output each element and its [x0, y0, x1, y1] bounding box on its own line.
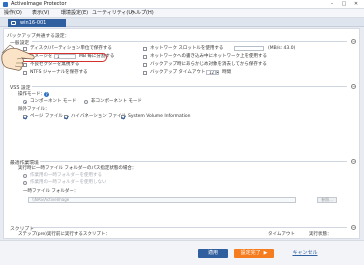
- app-logo-icon: [3, 2, 8, 7]
- radio-no-temp-folder[interactable]: [23, 181, 27, 185]
- cancel-button[interactable]: キャンセル: [290, 249, 320, 258]
- label-exclude-hibernation: ハイバネーション ファイル: [71, 114, 127, 119]
- checkbox-exclude-svi[interactable]: [121, 115, 125, 119]
- section-divider: [32, 41, 347, 42]
- menu-operation[interactable]: 操作(O): [4, 10, 22, 17]
- collapse-temp-icon[interactable]: −: [351, 159, 356, 164]
- radio-use-temp-folder[interactable]: [23, 174, 27, 178]
- checkbox-network-write[interactable]: [143, 55, 147, 59]
- label-operation-mode: 操作モード：: [18, 92, 45, 97]
- apply-button[interactable]: 適用: [198, 249, 228, 258]
- label-exclude-files: 除外ファイル：: [18, 107, 50, 112]
- menu-environment[interactable]: 環境設定(E): [61, 10, 88, 17]
- section-divider: [40, 161, 347, 162]
- ok-button-label: 設定完了: [240, 250, 261, 256]
- script-section-title: スクリプト: [10, 227, 34, 232]
- radio-component-mode[interactable]: [23, 100, 27, 104]
- section-divider: [32, 86, 347, 87]
- maximize-icon[interactable]: □: [339, 1, 349, 8]
- label-non-component-mode: 非コンポーネント モード: [91, 99, 142, 104]
- footer-bar: 適用 設定完了 ▶ キャンセル: [0, 240, 364, 265]
- temp-folder-input[interactable]: \\NAS\ActiveImage: [28, 197, 296, 203]
- checkbox-backup-timeout[interactable]: [143, 71, 147, 75]
- title-bar: ActiveImage Protector – □ ✕: [0, 0, 364, 9]
- radio-non-component-mode[interactable]: [84, 100, 88, 104]
- label-network-write: ネットワークへの書き込み中にネットワーク上を使用する: [150, 54, 267, 59]
- timeout-stepper[interactable]: ▴: [216, 70, 219, 75]
- tab-computer[interactable]: win16-001: [8, 19, 66, 27]
- label-throttle-hint: (MB/s: 43.0): [268, 46, 296, 51]
- menu-bar: 操作(O) 表示(V) 環境設定(E) ユーティリティ(U) ヘルプ(H): [0, 9, 364, 18]
- checkbox-exclude-hibernation[interactable]: [64, 115, 68, 119]
- label-no-temp-folder: 作業用の一時フォルダーを使用しない: [30, 180, 107, 185]
- checkbox-network-throttle[interactable]: [143, 47, 147, 51]
- temp-section-title: 最適作業環境: [10, 161, 39, 166]
- label-exclude-pagefile: ページ ファイル: [30, 114, 63, 119]
- label-backup-timeout: バックアップ タイムアウト：: [150, 70, 210, 75]
- label-script-desc: ステップ(pre)実行前に実行するスクリプト：: [18, 232, 110, 237]
- browse-button[interactable]: 参照...: [317, 197, 337, 203]
- label-use-temp-folder: 作業用の一時フォルダーを使用する: [30, 173, 102, 178]
- collapse-general-icon[interactable]: −: [351, 39, 356, 44]
- checkbox-erase-before-backup[interactable]: [143, 63, 147, 67]
- label-script-timeout: タイムアウト: [268, 232, 295, 237]
- arrow-right-icon: ▶: [263, 250, 268, 256]
- close-icon[interactable]: ✕: [351, 1, 361, 8]
- tab-bar: win16-001: [0, 18, 364, 27]
- label-erase-before-backup: バックアップ時にあらかじめ対象を消去してから保存する: [150, 62, 267, 67]
- label-script-status: 実行状態：: [309, 232, 332, 237]
- label-ignore-bad-sectors: 不良セクターを無視する: [30, 62, 80, 67]
- checkbox-exclude-pagefile[interactable]: [23, 115, 27, 119]
- pointing-hand-icon: [1, 44, 35, 71]
- label-timeout-suffix: 時間: [222, 70, 231, 75]
- throttle-input[interactable]: [234, 46, 264, 51]
- collapse-script-icon[interactable]: −: [351, 225, 356, 230]
- help-icon[interactable]: ?: [44, 92, 49, 97]
- menu-utility[interactable]: ユーティリティ(U): [92, 10, 134, 17]
- vss-section-title: VSS 設定: [10, 86, 31, 91]
- ok-button[interactable]: 設定完了 ▶: [234, 249, 274, 258]
- collapse-vss-icon[interactable]: −: [351, 84, 356, 89]
- label-save-whole-disk: ディスク/パーティション単位で保存する: [30, 46, 112, 51]
- computer-icon: [11, 21, 16, 25]
- timeout-input[interactable]: 12: [206, 70, 216, 75]
- menu-view[interactable]: 表示(V): [32, 10, 49, 17]
- window-title: ActiveImage Protector: [11, 1, 67, 7]
- minimize-icon[interactable]: –: [327, 1, 337, 8]
- menu-help[interactable]: ヘルプ(H): [131, 10, 154, 17]
- tab-label: win16-001: [20, 20, 47, 26]
- label-exclude-svi: System Volume Information: [128, 114, 191, 119]
- label-temp-desc: 実行時に一時ファイル フォルダーのパス指定状態の場合：: [18, 166, 137, 171]
- label-network-throttle: ネットワーク スロットルを使用する: [150, 46, 224, 51]
- label-component-mode: コンポーネント モード: [30, 99, 77, 104]
- label-temp-folder: 一時ファイル フォルダー：: [23, 189, 79, 194]
- section-divider: [32, 227, 347, 228]
- label-save-ntfs-journal: NTFS ジャーナルを保存する: [30, 70, 88, 75]
